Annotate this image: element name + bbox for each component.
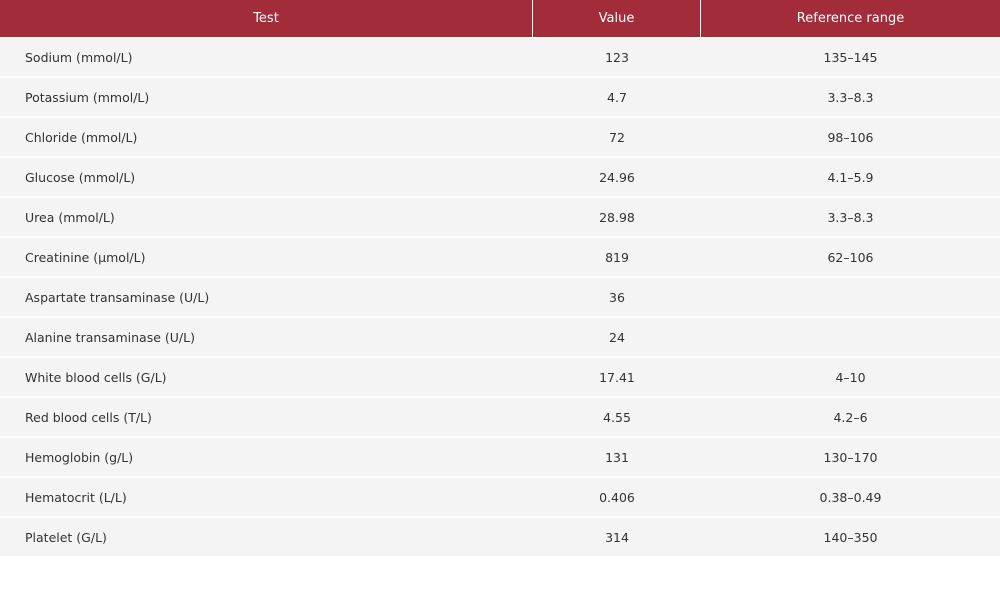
test-name-cell: Aspartate transaminase (U/L) [0,278,533,318]
table-row: Alanine transaminase (U/L) 24 [0,318,1000,358]
value-cell: 72 [533,118,701,158]
value-cell: 819 [533,238,701,278]
reference-range-cell: 130–170 [701,438,1000,478]
value-cell: 314 [533,518,701,558]
value-cell: 0.406 [533,478,701,518]
reference-range-cell: 3.3–8.3 [701,198,1000,238]
table-row: Aspartate transaminase (U/L) 36 [0,278,1000,318]
table-row: Chloride (mmol/L) 72 98–106 [0,118,1000,158]
reference-range-cell: 135–145 [701,38,1000,78]
reference-range-cell: 0.38–0.49 [701,478,1000,518]
table-row: Hematocrit (L/L) 0.406 0.38–0.49 [0,478,1000,518]
reference-range-cell: 4.2–6 [701,398,1000,438]
column-header-test: Test [0,0,533,38]
value-cell: 24.96 [533,158,701,198]
table-row: Creatinine (µmol/L) 819 62–106 [0,238,1000,278]
test-name-cell: Potassium (mmol/L) [0,78,533,118]
test-name-cell: Urea (mmol/L) [0,198,533,238]
table-row: Red blood cells (T/L) 4.55 4.2–6 [0,398,1000,438]
table-row: Urea (mmol/L) 28.98 3.3–8.3 [0,198,1000,238]
table-row: Hemoglobin (g/L) 131 130–170 [0,438,1000,478]
lab-results-table: Test Value Reference range Sodium (mmol/… [0,0,1000,558]
table-body: Sodium (mmol/L) 123 135–145 Potassium (mmol… [0,38,1000,558]
column-header-value: Value [533,0,701,38]
value-cell: 123 [533,38,701,78]
reference-range-cell [701,318,1000,358]
test-name-cell: Glucose (mmol/L) [0,158,533,198]
reference-range-cell: 4–10 [701,358,1000,398]
reference-range-cell: 98–106 [701,118,1000,158]
value-cell: 4.55 [533,398,701,438]
reference-range-cell: 140–350 [701,518,1000,558]
column-header-reference-range: Reference range [701,0,1000,38]
reference-range-cell [701,278,1000,318]
header-row: Test Value Reference range [0,0,1000,38]
table-row: Potassium (mmol/L) 4.7 3.3–8.3 [0,78,1000,118]
test-name-cell: Red blood cells (T/L) [0,398,533,438]
test-name-cell: Chloride (mmol/L) [0,118,533,158]
table-row: Glucose (mmol/L) 24.96 4.1–5.9 [0,158,1000,198]
test-name-cell: Alanine transaminase (U/L) [0,318,533,358]
table-header: Test Value Reference range [0,0,1000,38]
test-name-cell: Creatinine (µmol/L) [0,238,533,278]
test-name-cell: Hematocrit (L/L) [0,478,533,518]
test-name-cell: Hemoglobin (g/L) [0,438,533,478]
reference-range-cell: 4.1–5.9 [701,158,1000,198]
table-row: White blood cells (G/L) 17.41 4–10 [0,358,1000,398]
reference-range-cell: 62–106 [701,238,1000,278]
test-name-cell: Sodium (mmol/L) [0,38,533,78]
test-name-cell: White blood cells (G/L) [0,358,533,398]
value-cell: 36 [533,278,701,318]
table-row: Sodium (mmol/L) 123 135–145 [0,38,1000,78]
value-cell: 28.98 [533,198,701,238]
test-name-cell: Platelet (G/L) [0,518,533,558]
value-cell: 24 [533,318,701,358]
reference-range-cell: 3.3–8.3 [701,78,1000,118]
table-row: Platelet (G/L) 314 140–350 [0,518,1000,558]
value-cell: 131 [533,438,701,478]
value-cell: 4.7 [533,78,701,118]
value-cell: 17.41 [533,358,701,398]
